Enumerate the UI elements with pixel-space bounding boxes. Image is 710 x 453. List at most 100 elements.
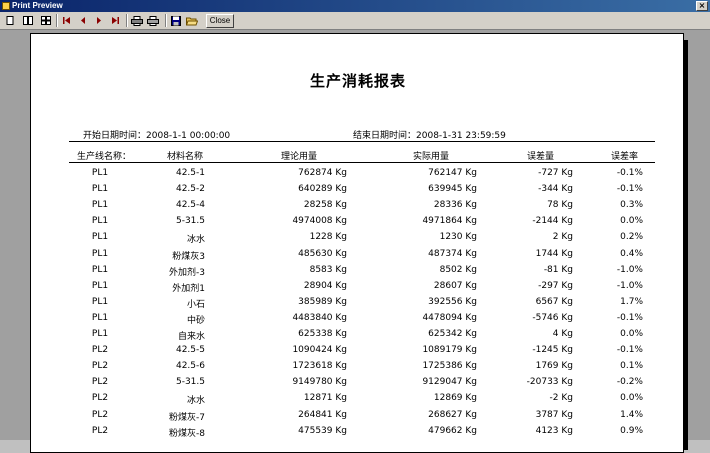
- material-name-cell: 粉煤灰-7: [169, 412, 205, 423]
- material-name-cell: 5-31.5: [175, 216, 205, 227]
- table-row: PL2 冰水 12871 Kg 12869 Kg -2 Kg 0.0%: [31, 390, 683, 407]
- window-titlebar: Print Preview ×: [0, 0, 710, 12]
- actual-usage-cell: 625342 Kg: [428, 329, 477, 339]
- error-amount-cell: 1769 Kg: [535, 361, 573, 372]
- theoretical-usage-cell: 12871 Kg: [303, 393, 347, 404]
- toolbar-separator: [56, 14, 58, 27]
- error-amount-cell: -2 Kg: [549, 393, 573, 404]
- print-button[interactable]: [146, 14, 160, 27]
- error-amount-cell: 2 Kg: [552, 232, 573, 243]
- material-name-cell: 42.5-4: [175, 200, 205, 211]
- table-row: PL2 5-31.5 9149780 Kg 9129047 Kg -20733 Kg -0…: [31, 374, 683, 390]
- print-setup-button[interactable]: [130, 14, 144, 27]
- actual-usage-cell: 4971864 Kg: [422, 216, 477, 227]
- line-name-cell: PL1: [91, 312, 109, 323]
- start-datetime-value: 2008-1-1 00:00:00: [146, 131, 231, 141]
- theoretical-usage-cell: 475539 Kg: [298, 425, 347, 436]
- error-amount-cell: -81 Kg: [543, 264, 573, 275]
- material-name-cell: 5-31.5: [175, 377, 205, 388]
- material-name-cell: 粉煤灰3: [172, 251, 205, 262]
- table-row: PL1 外加剂1 28904 Kg 28607 Kg -297 Kg -1.0%: [31, 278, 683, 294]
- error-rate-cell: -0.1%: [616, 312, 643, 323]
- previous-page-icon: [81, 17, 85, 24]
- material-name-cell: 42.5-1: [175, 168, 205, 178]
- table-row: PL2 粉煤灰-8 475539 Kg 479662 Kg 4123 Kg 0.9%: [31, 423, 683, 439]
- single-page-icon: [6, 16, 14, 25]
- table-row: PL1 42.5-2 640289 Kg 639945 Kg -344 Kg -0.1%: [31, 181, 683, 197]
- line-name-cell: PL1: [91, 184, 109, 195]
- save-button[interactable]: [169, 14, 183, 27]
- actual-usage-cell: 1089179 Kg: [422, 345, 477, 356]
- previous-page-button[interactable]: [76, 14, 90, 27]
- table-row: PL1 42.5-4 28258 Kg 28336 Kg 78 Kg 0.3%: [31, 197, 683, 213]
- preview-viewport[interactable]: 生产消耗报表 开始日期时间：2008-1-1 00:00:00 结束日期时间：2…: [0, 30, 710, 453]
- line-name-cell: PL1: [91, 280, 109, 291]
- header-top-rule: [69, 141, 655, 142]
- two-page-view-button[interactable]: [21, 14, 35, 27]
- last-page-button[interactable]: [108, 14, 122, 27]
- toolbar-separator: [126, 14, 128, 27]
- material-name-cell: 外加剂-3: [169, 267, 205, 278]
- actual-usage-cell: 392556 Kg: [428, 296, 477, 307]
- material-name-cell: 小石: [186, 299, 205, 310]
- actual-usage-cell: 4478094 Kg: [422, 312, 477, 323]
- actual-usage-cell: 639945 Kg: [428, 184, 477, 195]
- theoretical-usage-cell: 762874 Kg: [298, 168, 347, 178]
- material-name-cell: 冰水: [186, 396, 205, 407]
- line-name-cell: PL1: [91, 248, 109, 259]
- actual-usage-cell: 762147 Kg: [428, 168, 477, 178]
- open-button[interactable]: [185, 14, 199, 27]
- next-page-button[interactable]: [92, 14, 106, 27]
- two-page-icon: [23, 16, 33, 25]
- end-datetime: 结束日期时间：2008-1-31 23:59:59: [353, 128, 506, 141]
- window-close-button[interactable]: ×: [696, 1, 708, 11]
- table-row: PL1 小石 385989 Kg 392556 Kg 6567 Kg 1.7%: [31, 294, 683, 310]
- start-datetime: 开始日期时间：2008-1-1 00:00:00: [83, 128, 230, 141]
- error-amount-cell: -5746 Kg: [532, 312, 573, 323]
- error-rate-cell: 0.0%: [620, 329, 643, 339]
- single-page-view-button[interactable]: [3, 14, 17, 27]
- error-rate-cell: -1.0%: [616, 280, 643, 291]
- window-title: Print Preview: [12, 1, 63, 10]
- column-header-error: 误差量: [527, 152, 555, 162]
- close-button[interactable]: Close: [206, 14, 234, 28]
- theoretical-usage-cell: 8583 Kg: [309, 264, 347, 275]
- printer-setup-icon: [131, 16, 143, 26]
- table-row: PL2 粉煤灰-7 264841 Kg 268627 Kg 3787 Kg 1.4%: [31, 407, 683, 423]
- page-shadow: [684, 40, 688, 450]
- report-title: 生产消耗报表: [309, 72, 406, 90]
- error-amount-cell: -727 Kg: [538, 168, 573, 178]
- end-datetime-value: 2008-1-31 23:59:59: [416, 131, 506, 141]
- material-name-cell: 42.5-6: [175, 361, 205, 372]
- material-name-cell: 42.5-2: [175, 184, 205, 195]
- error-rate-cell: 0.0%: [620, 393, 643, 404]
- error-amount-cell: -2144 Kg: [532, 216, 573, 227]
- error-rate-cell: 0.3%: [620, 200, 643, 211]
- multi-page-icon: [41, 16, 51, 25]
- theoretical-usage-cell: 4974008 Kg: [292, 216, 347, 227]
- line-name-cell: PL1: [91, 168, 109, 178]
- actual-usage-cell: 479662 Kg: [428, 425, 477, 436]
- next-page-icon: [97, 17, 101, 24]
- theoretical-usage-cell: 1228 Kg: [309, 232, 347, 243]
- theoretical-usage-cell: 1090424 Kg: [292, 345, 347, 356]
- actual-usage-cell: 28336 Kg: [433, 200, 477, 211]
- line-name-cell: PL1: [91, 216, 109, 227]
- table-row: PL1 5-31.5 4974008 Kg 4971864 Kg -2144 Kg 0.0…: [31, 213, 683, 229]
- toolbar: Close: [0, 12, 710, 30]
- line-name-cell: PL1: [91, 329, 109, 339]
- actual-usage-cell: 1725386 Kg: [422, 361, 477, 372]
- error-amount-cell: -20733 Kg: [526, 377, 573, 388]
- error-rate-cell: 1.7%: [620, 296, 643, 307]
- error-rate-cell: 1.4%: [620, 409, 643, 420]
- first-page-button[interactable]: [60, 14, 74, 27]
- line-name-cell: PL2: [91, 377, 109, 388]
- error-amount-cell: -297 Kg: [538, 280, 573, 291]
- theoretical-usage-cell: 9149780 Kg: [292, 377, 347, 388]
- table-row: PL1 自来水 625338 Kg 625342 Kg 4 Kg 0.0%: [31, 326, 683, 342]
- error-amount-cell: 6567 Kg: [535, 296, 573, 307]
- actual-usage-cell: 28607 Kg: [433, 280, 477, 291]
- end-datetime-label: 结束日期时间：: [353, 131, 417, 141]
- toolbar-separator: [165, 14, 167, 27]
- multi-page-view-button[interactable]: [39, 14, 53, 27]
